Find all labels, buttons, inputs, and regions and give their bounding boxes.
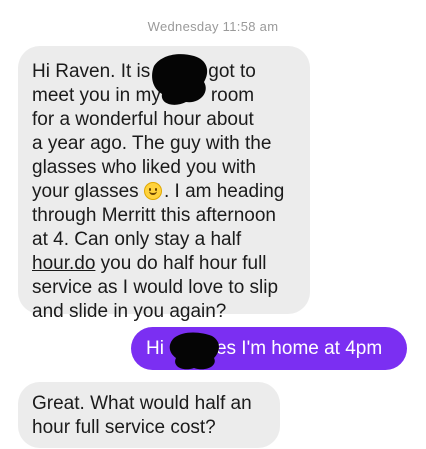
message-line: Great. What would half an — [32, 393, 252, 414]
message-line: a year ago. The guy with the — [32, 133, 272, 154]
outgoing-message-text: es I'm home at 4pm — [215, 338, 383, 359]
incoming-message-bubble[interactable]: Great. What would half an hour full serv… — [18, 382, 280, 448]
outgoing-message-prefix: Hi — [146, 338, 164, 359]
redaction-mark — [152, 54, 208, 105]
slightly-smiling-face-icon — [143, 182, 162, 200]
message-line: through Merritt this afternoon — [32, 205, 276, 226]
hour-do-link[interactable]: hour.do — [32, 253, 95, 274]
message-line: and slide in you again? — [32, 301, 227, 322]
message-timestamp: Wednesday 11:58 am — [147, 19, 279, 34]
message-line: hour.do you do half hour full — [32, 253, 267, 274]
message-line: at 4. Can only stay a half — [32, 229, 242, 250]
message-line: hour full service cost? — [32, 417, 216, 438]
message-line: glasses who liked you with — [32, 157, 256, 178]
message-line: your glasses . I am heading — [32, 181, 285, 202]
redaction-mark — [169, 332, 219, 370]
message-thread: Wednesday 11:58 am Hi Raven. It is got to… — [0, 0, 426, 449]
message-line: for a wonderful hour about — [32, 109, 254, 130]
message-line: service as I would love to slip — [32, 277, 279, 298]
